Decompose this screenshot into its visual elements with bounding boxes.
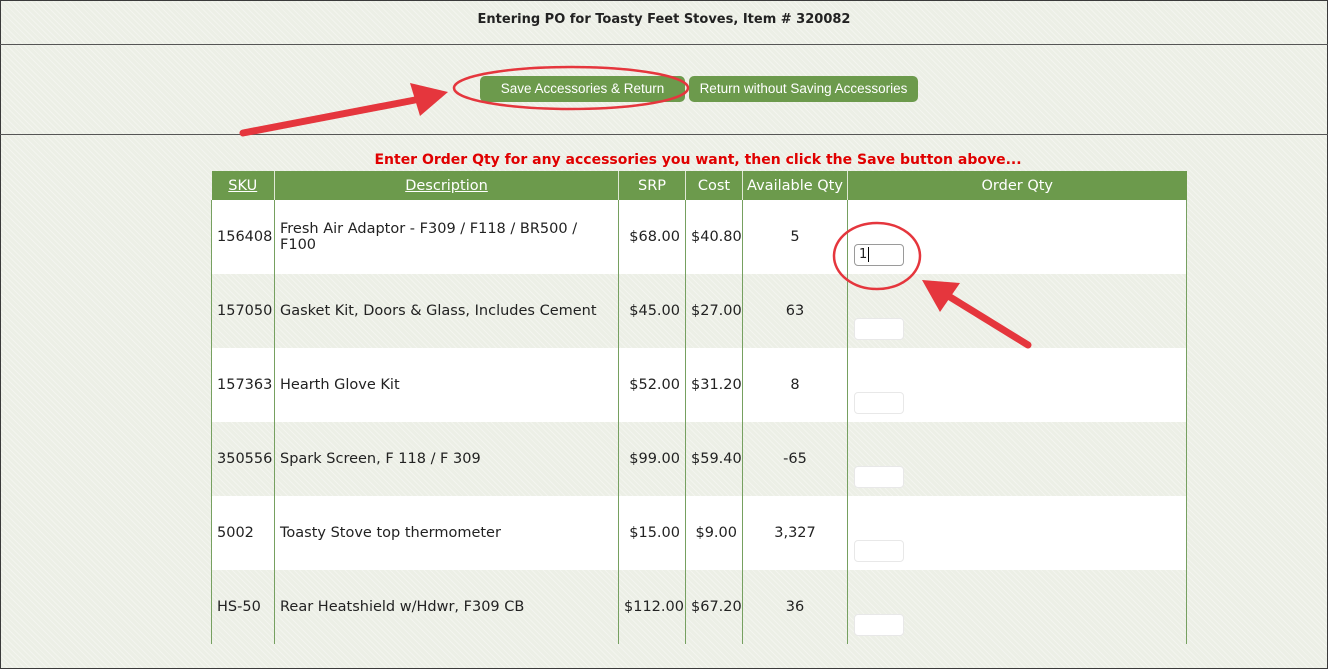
text-caret — [868, 247, 870, 262]
order-qty-cell — [847, 274, 1187, 348]
description-sort-link[interactable]: Description — [405, 178, 488, 194]
description-cell: Toasty Stove top thermometer — [274, 496, 619, 570]
order-qty-input[interactable] — [854, 392, 904, 414]
table-row: 350556 Spark Screen, F 118 / F 309 $99.0… — [211, 422, 1187, 496]
sku-cell: 156408 — [211, 200, 275, 274]
available-qty-cell: -65 — [742, 422, 848, 496]
description-cell: Hearth Glove Kit — [274, 348, 619, 422]
divider-bottom — [0, 134, 1328, 135]
divider-top — [0, 44, 1328, 45]
srp-cell: $52.00 — [618, 348, 686, 422]
table-row: 5002 Toasty Stove top thermometer $15.00… — [211, 496, 1187, 570]
srp-cell: $99.00 — [618, 422, 686, 496]
accessories-table: SKU Description SRP Cost Available Qty O… — [211, 171, 1187, 644]
description-cell: Rear Heatshield w/Hdwr, F309 CB — [274, 570, 619, 644]
cost-cell: $67.20 — [685, 570, 743, 644]
cost-cell: $9.00 — [685, 496, 743, 570]
column-header-srp: SRP — [618, 171, 686, 200]
sku-cell: 157363 — [211, 348, 275, 422]
table-row: HS-50 Rear Heatshield w/Hdwr, F309 CB $1… — [211, 570, 1187, 644]
cost-cell: $27.00 — [685, 274, 743, 348]
column-header-available-qty: Available Qty — [742, 171, 848, 200]
sku-cell: HS-50 — [211, 570, 275, 644]
order-qty-cell — [847, 422, 1187, 496]
order-qty-input[interactable] — [854, 466, 904, 488]
order-qty-input[interactable] — [854, 540, 904, 562]
order-qty-cell — [847, 496, 1187, 570]
sku-cell: 350556 — [211, 422, 275, 496]
column-header-sku[interactable]: SKU — [211, 171, 275, 200]
srp-cell: $112.00 — [618, 570, 686, 644]
table-row: 157363 Hearth Glove Kit $52.00 $31.20 8 — [211, 348, 1187, 422]
description-cell: Spark Screen, F 118 / F 309 — [274, 422, 619, 496]
column-header-description[interactable]: Description — [274, 171, 619, 200]
sku-cell: 5002 — [211, 496, 275, 570]
available-qty-cell: 3,327 — [742, 496, 848, 570]
order-qty-value: 1 — [859, 247, 868, 262]
instruction-text: Enter Order Qty for any accessories you … — [374, 152, 1022, 168]
cost-cell: $40.80 — [685, 200, 743, 274]
srp-cell: $68.00 — [618, 200, 686, 274]
sku-cell: 157050 — [211, 274, 275, 348]
table-row: 156408 Fresh Air Adaptor - F309 / F118 /… — [211, 200, 1187, 274]
description-cell: Gasket Kit, Doors & Glass, Includes Ceme… — [274, 274, 619, 348]
sku-sort-link[interactable]: SKU — [228, 178, 257, 194]
srp-cell: $45.00 — [618, 274, 686, 348]
order-qty-cell — [847, 570, 1187, 644]
save-accessories-button[interactable]: Save Accessories & Return — [480, 76, 685, 102]
available-qty-cell: 8 — [742, 348, 848, 422]
return-without-saving-button[interactable]: Return without Saving Accessories — [689, 76, 918, 102]
description-cell: Fresh Air Adaptor - F309 / F118 / BR500 … — [274, 200, 619, 274]
column-header-cost: Cost — [685, 171, 743, 200]
table-header-row: SKU Description SRP Cost Available Qty O… — [211, 171, 1187, 200]
order-qty-input[interactable] — [854, 318, 904, 340]
order-qty-input[interactable]: 1 — [854, 244, 904, 266]
available-qty-cell: 36 — [742, 570, 848, 644]
order-qty-cell: 1 — [847, 200, 1187, 274]
column-header-order-qty: Order Qty — [847, 171, 1187, 200]
cost-cell: $31.20 — [685, 348, 743, 422]
page-title: Entering PO for Toasty Feet Stoves, Item… — [477, 12, 851, 27]
cost-cell: $59.40 — [685, 422, 743, 496]
available-qty-cell: 5 — [742, 200, 848, 274]
table-row: 157050 Gasket Kit, Doors & Glass, Includ… — [211, 274, 1187, 348]
order-qty-input[interactable] — [854, 614, 904, 636]
order-qty-cell — [847, 348, 1187, 422]
available-qty-cell: 63 — [742, 274, 848, 348]
srp-cell: $15.00 — [618, 496, 686, 570]
